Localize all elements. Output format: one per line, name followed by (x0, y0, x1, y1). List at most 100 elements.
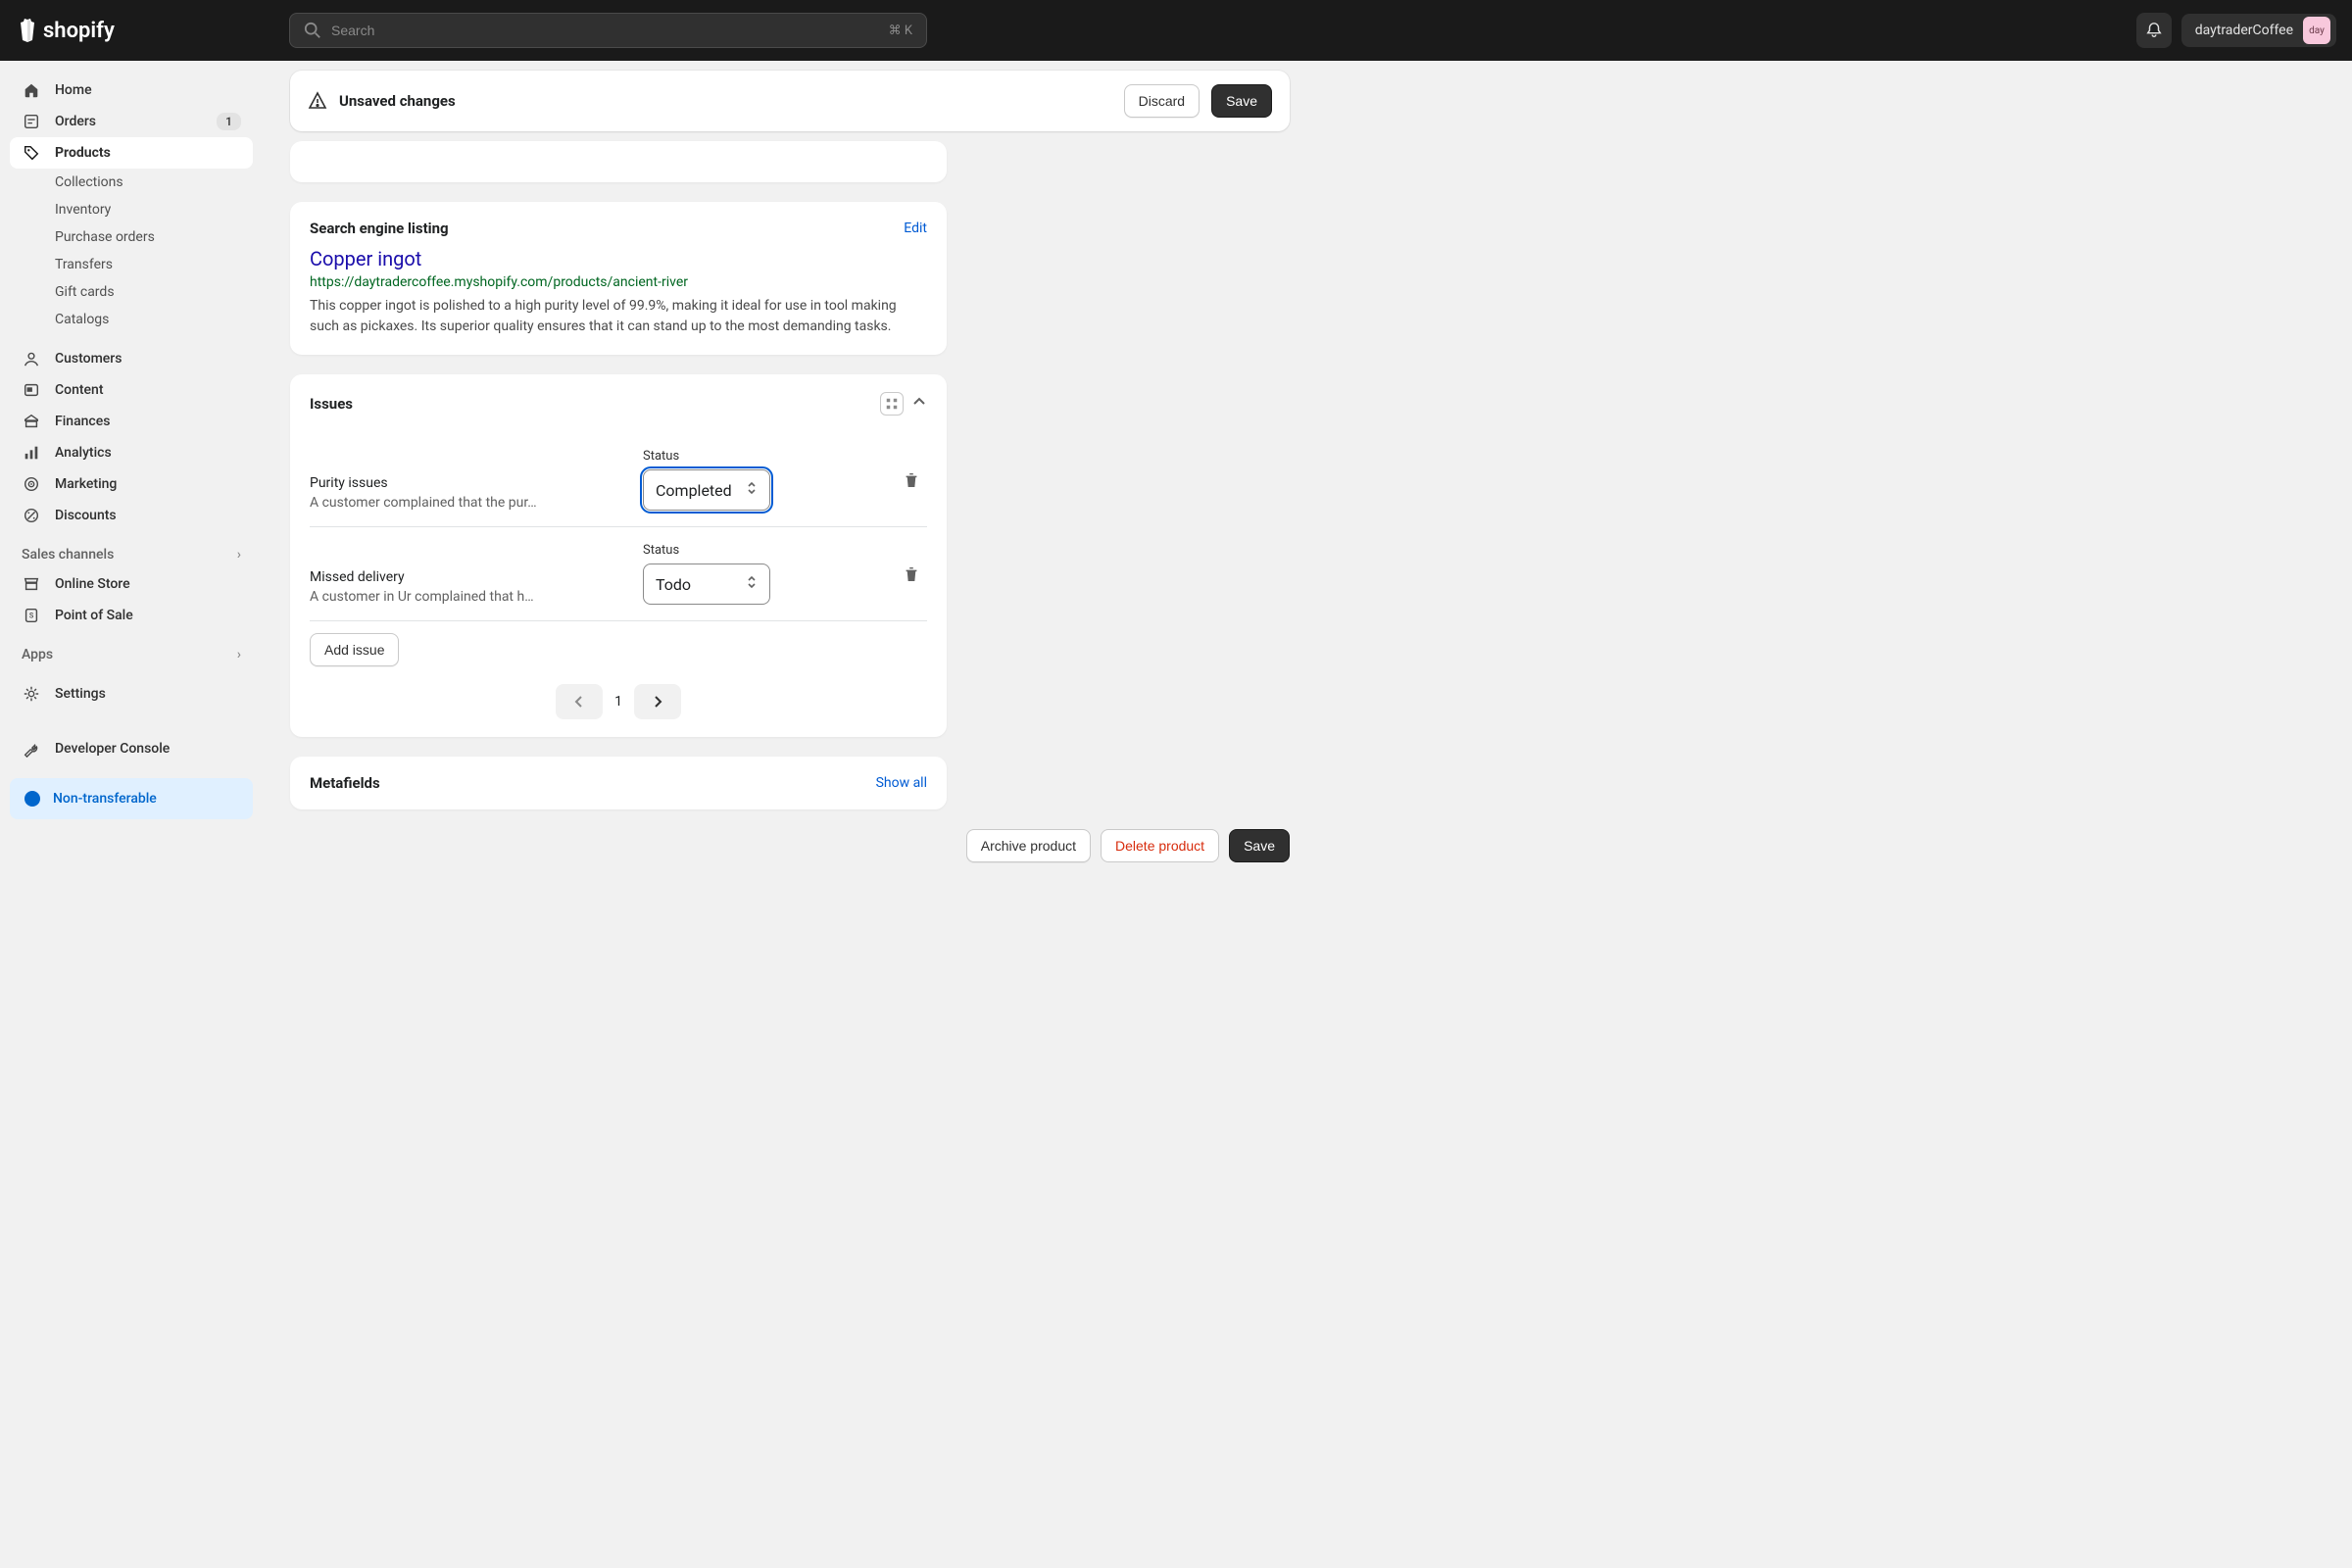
sidebar-item-settings[interactable]: Settings (10, 678, 253, 710)
sidebar-item-orders[interactable]: Orders 1 (10, 106, 253, 137)
sidebar-item-label: Home (55, 82, 92, 98)
delete-product-button[interactable]: Delete product (1101, 829, 1219, 862)
sidebar-sub-transfers[interactable]: Transfers (10, 251, 253, 278)
chevron-right-icon: › (237, 647, 241, 662)
brand-text: shopify (43, 19, 115, 43)
marketing-icon (22, 474, 41, 494)
notifications-button[interactable] (2136, 13, 2172, 48)
trash-icon (903, 565, 920, 583)
search-box[interactable]: ⌘ K (289, 13, 927, 48)
sidebar-sub-gift-cards[interactable]: Gift cards (10, 278, 253, 306)
section-label: Apps (22, 647, 53, 662)
status-select[interactable]: Completed (643, 469, 770, 511)
seo-url: https://daytradercoffee.myshopify.com/pr… (310, 274, 927, 290)
gear-icon (22, 684, 41, 704)
metafields-showall-link[interactable]: Show all (876, 775, 927, 791)
sidebar-item-label: Point of Sale (55, 608, 133, 623)
archive-product-button[interactable]: Archive product (966, 829, 1091, 862)
status-label: Status (643, 543, 770, 558)
home-icon (22, 80, 41, 100)
sidebar-item-point-of-sale[interactable]: S Point of Sale (10, 600, 253, 631)
content-icon (22, 380, 41, 400)
sidebar-item-developer-console[interactable]: Developer Console (10, 733, 253, 764)
issue-row: Missed delivery A customer in Ur complai… (310, 527, 927, 621)
sidebar-item-label: Discounts (55, 508, 117, 523)
sidebar-section-apps[interactable]: Apps › (10, 641, 253, 668)
status-label: Status (643, 449, 770, 464)
status-value: Completed (656, 481, 732, 500)
search-wrap: ⌘ K (289, 13, 927, 48)
sidebar-item-label: Analytics (55, 445, 112, 461)
sidebar-item-label: Online Store (55, 576, 130, 592)
issue-title: Missed delivery (310, 569, 623, 585)
chevron-right-icon: › (237, 547, 241, 563)
search-shortcut: ⌘ K (889, 24, 912, 38)
orders-icon (22, 112, 41, 131)
pos-icon: S (22, 606, 41, 625)
customers-icon (22, 349, 41, 368)
seo-title: Copper ingot (310, 247, 927, 270)
sidebar-sub-inventory[interactable]: Inventory (10, 196, 253, 223)
store-name: daytraderCoffee (2195, 23, 2293, 38)
info-icon (24, 790, 41, 808)
sidebar-item-label: Customers (55, 351, 122, 367)
select-caret-icon (746, 480, 758, 500)
metafields-title: Metafields (310, 774, 380, 792)
issues-card: Issues Purity issues A customer complain… (290, 374, 947, 737)
collapse-button[interactable] (911, 394, 927, 414)
products-icon (22, 143, 41, 163)
orders-badge: 1 (217, 113, 241, 130)
tag-label: Non-transferable (53, 791, 157, 807)
sidebar-item-label: Finances (55, 414, 110, 429)
app-block-button[interactable] (880, 392, 904, 416)
unsaved-title: Unsaved changes (339, 92, 456, 110)
sidebar-item-products[interactable]: Products (10, 137, 253, 169)
issue-desc: A customer in Ur complained that h… (310, 589, 623, 605)
sidebar-sub-collections[interactable]: Collections (10, 169, 253, 196)
footer-actions: Archive product Delete product Save (290, 829, 1290, 862)
store-icon (22, 574, 41, 594)
status-value: Todo (656, 575, 691, 594)
section-label: Sales channels (22, 547, 114, 563)
search-icon (304, 22, 321, 39)
pager-page-number: 1 (614, 694, 622, 710)
seo-edit-link[interactable]: Edit (904, 220, 927, 236)
delete-issue-button[interactable] (896, 465, 927, 496)
sidebar-item-customers[interactable]: Customers (10, 343, 253, 374)
pager-prev-button[interactable] (556, 684, 603, 719)
sidebar-item-finances[interactable]: Finances (10, 406, 253, 437)
sidebar-section-sales-channels[interactable]: Sales channels › (10, 541, 253, 568)
topbar-right: daytraderCoffee day (2136, 13, 2336, 48)
pager-next-button[interactable] (634, 684, 681, 719)
store-chip[interactable]: daytraderCoffee day (2181, 14, 2336, 47)
sidebar-item-label: Marketing (55, 476, 117, 492)
warning-icon (308, 91, 327, 111)
search-input[interactable] (331, 23, 879, 38)
sidebar: Home Orders 1 Products Collections Inven… (0, 61, 263, 902)
sidebar-item-content[interactable]: Content (10, 374, 253, 406)
non-transferable-tag[interactable]: Non-transferable (10, 778, 253, 819)
footer-save-button[interactable]: Save (1229, 829, 1290, 862)
sidebar-sub-purchase-orders[interactable]: Purchase orders (10, 223, 253, 251)
delete-issue-button[interactable] (896, 559, 927, 590)
sidebar-item-discounts[interactable]: Discounts (10, 500, 253, 531)
add-issue-button[interactable]: Add issue (310, 633, 399, 666)
issues-title: Issues (310, 395, 353, 413)
unsaved-changes-bar: Unsaved changes Discard Save (290, 71, 1290, 131)
issue-desc: A customer complained that the pur… (310, 495, 623, 511)
discard-button[interactable]: Discard (1124, 84, 1200, 118)
status-select[interactable]: Todo (643, 564, 770, 605)
sidebar-item-home[interactable]: Home (10, 74, 253, 106)
sidebar-item-marketing[interactable]: Marketing (10, 468, 253, 500)
chevron-left-icon (572, 695, 586, 709)
seo-description: This copper ingot is polished to a high … (310, 296, 927, 337)
sidebar-sub-catalogs[interactable]: Catalogs (10, 306, 253, 333)
save-button[interactable]: Save (1211, 84, 1272, 118)
sidebar-item-analytics[interactable]: Analytics (10, 437, 253, 468)
discounts-icon (22, 506, 41, 525)
analytics-icon (22, 443, 41, 463)
svg-text:S: S (29, 612, 34, 620)
sidebar-item-label: Developer Console (55, 741, 170, 757)
sidebar-item-online-store[interactable]: Online Store (10, 568, 253, 600)
issue-title: Purity issues (310, 475, 623, 491)
